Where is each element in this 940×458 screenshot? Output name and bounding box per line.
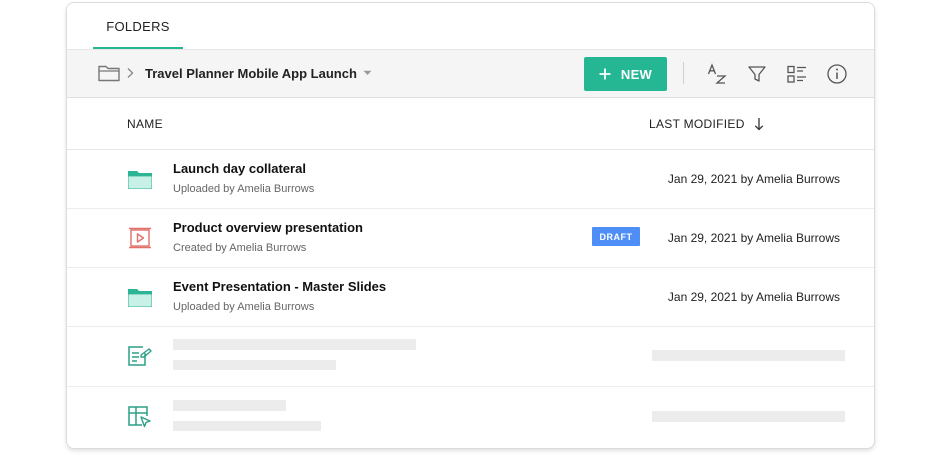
skeleton-subtitle	[173, 360, 336, 370]
item-title[interactable]: Event Presentation - Master Slides	[173, 279, 386, 294]
document-edit-icon	[128, 346, 152, 366]
list-item[interactable]: Event Presentation - Master Slides Uploa…	[67, 268, 874, 327]
skeleton-title	[173, 400, 286, 411]
draft-badge: DRAFT	[592, 227, 640, 246]
filter-button[interactable]	[745, 62, 769, 86]
tab-folders-label: FOLDERS	[106, 18, 170, 34]
presentation-icon	[129, 227, 151, 249]
filter-icon	[748, 66, 766, 82]
item-title[interactable]: Product overview presentation	[173, 220, 363, 235]
item-subtitle: Uploaded by Amelia Burrows	[173, 183, 315, 195]
item-modified: Jan 29, 2021 by Amelia Burrows	[667, 231, 840, 245]
skeleton-modified	[652, 350, 845, 361]
placeholder-list-item	[67, 327, 874, 387]
column-last-modified-header[interactable]: LAST MODIFIED	[649, 117, 764, 131]
tab-bar: FOLDERS	[67, 3, 874, 49]
breadcrumb-separator	[125, 65, 135, 81]
chevron-right-icon	[127, 68, 134, 78]
list-item[interactable]: Launch day collateral Uploaded by Amelia…	[67, 150, 874, 209]
item-subtitle: Uploaded by Amelia Burrows	[173, 301, 315, 313]
view-list-icon	[787, 65, 806, 83]
column-last-modified-label: LAST MODIFIED	[649, 117, 745, 131]
new-button[interactable]: NEW	[584, 57, 667, 91]
spreadsheet-icon	[128, 406, 151, 428]
item-modified: Jan 29, 2021 by Amelia Burrows	[667, 290, 840, 304]
breadcrumb-title: Travel Planner Mobile App Launch	[145, 65, 357, 81]
sort-az-icon	[707, 63, 727, 84]
toolbar-divider	[683, 62, 684, 84]
new-button-label: NEW	[620, 66, 653, 82]
info-icon	[827, 64, 847, 84]
plus-icon	[599, 68, 611, 80]
skeleton-subtitle	[173, 421, 321, 431]
list-item[interactable]: Product overview presentation Created by…	[67, 209, 874, 268]
tab-folders[interactable]: FOLDERS	[93, 3, 183, 49]
list-header: NAME LAST MODIFIED	[67, 98, 874, 150]
skeleton-modified	[652, 411, 845, 422]
view-toggle-button[interactable]	[785, 62, 809, 86]
folder-icon	[128, 171, 152, 189]
item-subtitle: Created by Amelia Burrows	[173, 242, 307, 254]
toolbar: Travel Planner Mobile App Launch NEW	[67, 49, 874, 98]
breadcrumb-current-folder[interactable]: Travel Planner Mobile App Launch	[145, 63, 372, 83]
skeleton-title	[173, 339, 416, 350]
info-button[interactable]	[825, 62, 849, 86]
folder-icon	[128, 289, 152, 307]
folder-outline-icon	[98, 65, 120, 82]
caret-down-icon	[363, 70, 372, 75]
item-modified: Jan 29, 2021 by Amelia Burrows	[667, 172, 840, 186]
folder-browser-card: FOLDERS Travel Planner Mobile App Launch	[66, 2, 875, 449]
column-name-header[interactable]: NAME	[127, 117, 163, 131]
placeholder-list-item	[67, 387, 874, 446]
arrow-down-icon	[754, 118, 763, 131]
breadcrumb-root-folder[interactable]	[98, 63, 120, 83]
item-title[interactable]: Launch day collateral	[173, 161, 306, 176]
sort-button[interactable]	[705, 62, 729, 86]
